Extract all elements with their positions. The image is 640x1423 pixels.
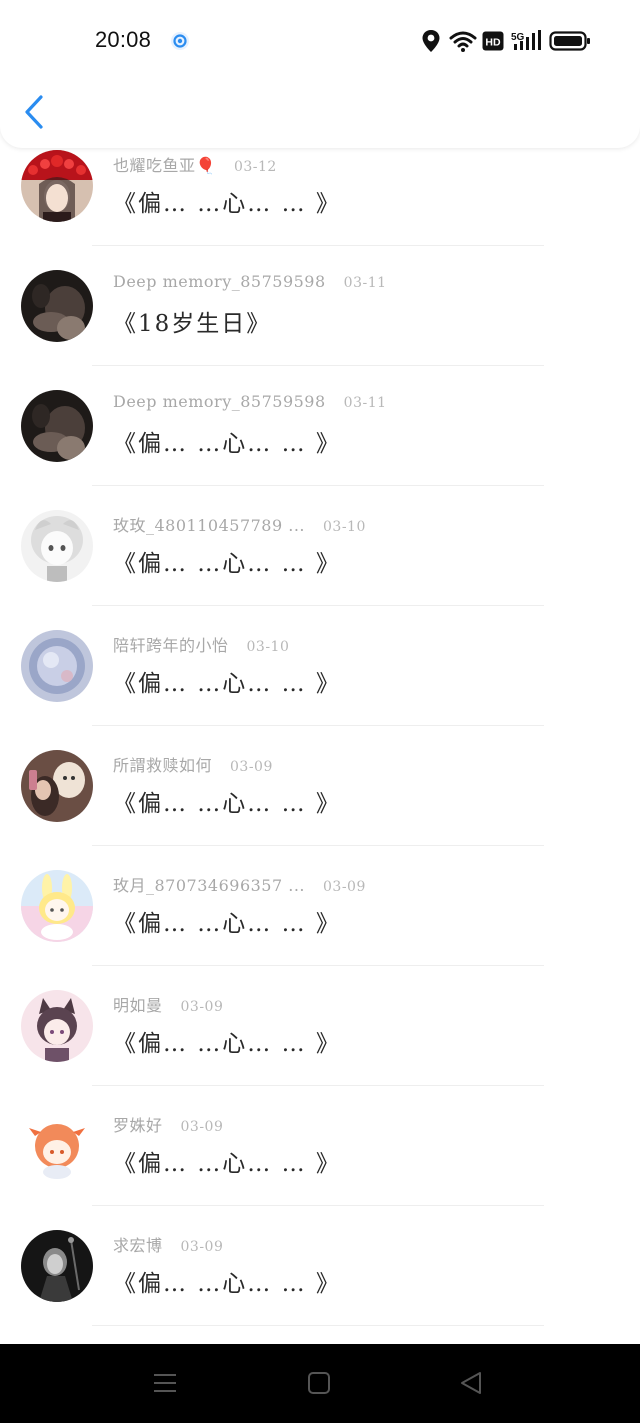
- location-icon: [421, 29, 441, 53]
- divider: [92, 845, 544, 846]
- divider: [92, 605, 544, 606]
- list-item[interactable]: 玫月_870734696357 ... 03-09 《偏… …心… … 》: [0, 860, 640, 980]
- divider: [92, 965, 544, 966]
- avatar[interactable]: [21, 390, 93, 462]
- avatar[interactable]: [21, 510, 93, 582]
- divider: [92, 365, 544, 366]
- comment-title: 《偏… …心… … 》: [113, 791, 341, 817]
- list-item[interactable]: 罗姝好 03-09 《偏… …心… … 》: [0, 1100, 640, 1220]
- comment-title: 《偏… …心… … 》: [113, 671, 341, 697]
- comment-date: 03-10: [323, 519, 366, 535]
- comment-username[interactable]: Deep memory_85759598: [113, 392, 326, 411]
- list-item[interactable]: 明如曼 03-09 《偏… …心… … 》: [0, 980, 640, 1100]
- comment-username[interactable]: 玫玫_480110457789 ...: [113, 516, 305, 535]
- comment-date: 03-09: [180, 1119, 224, 1135]
- list-item[interactable]: Deep memory_85759598 03-11 《偏… …心… … 》: [0, 380, 640, 500]
- comment-date: 03-09: [323, 879, 366, 895]
- back-button[interactable]: [20, 94, 50, 130]
- comment-username[interactable]: 也耀吃鱼亚🎈: [113, 156, 216, 175]
- comment-date: 03-11: [343, 395, 387, 411]
- comment-title: 《偏… …心… … 》: [113, 191, 341, 217]
- divider: [92, 1325, 544, 1326]
- list-item[interactable]: 求宏博 03-09 《偏… …心… … 》: [0, 1220, 640, 1340]
- comment-username[interactable]: 陪轩跨年的小怡: [113, 636, 229, 655]
- divider: [92, 1205, 544, 1206]
- status-time: 20:08: [95, 27, 152, 52]
- avatar[interactable]: [21, 870, 93, 942]
- wifi-icon: [449, 29, 477, 53]
- list-item[interactable]: Deep memory_85759598 03-11 《18岁生日》: [0, 260, 640, 380]
- list-item[interactable]: 陪轩跨年的小怡 03-10 《偏… …心… … 》: [0, 620, 640, 740]
- avatar[interactable]: [21, 750, 93, 822]
- comment-date: 03-09: [180, 1239, 224, 1255]
- avatar[interactable]: [21, 990, 93, 1062]
- list-item[interactable]: 所謂救赎如何 03-09 《偏… …心… … 》: [0, 740, 640, 860]
- at-circle-icon: [170, 31, 190, 55]
- comment-title: 《偏… …心… … 》: [113, 431, 341, 457]
- comment-username[interactable]: 玫月_870734696357 ...: [113, 876, 305, 895]
- comment-title: 《偏… …心… … 》: [113, 551, 341, 577]
- divider: [92, 1085, 544, 1086]
- comment-username[interactable]: 求宏博: [113, 1236, 163, 1255]
- avatar[interactable]: [21, 630, 93, 702]
- home-square-icon[interactable]: [307, 1371, 331, 1399]
- comment-date: 03-09: [230, 759, 273, 775]
- list-item[interactable]: 玫玫_480110457789 ... 03-10 《偏… …心… … 》: [0, 500, 640, 620]
- comment-date: 03-10: [246, 639, 290, 655]
- avatar[interactable]: [21, 1230, 93, 1302]
- comment-username[interactable]: 所謂救赎如何: [113, 756, 212, 775]
- avatar[interactable]: [21, 1110, 93, 1182]
- hd-label: HD: [485, 37, 501, 49]
- comment-username[interactable]: Deep memory_85759598: [113, 272, 326, 291]
- avatar[interactable]: [21, 150, 93, 222]
- hd-icon: HD: [482, 31, 504, 55]
- chevron-left-icon: [20, 95, 50, 134]
- signal-5g-icon: 5G: [511, 29, 543, 53]
- divider: [92, 485, 544, 486]
- divider: [92, 245, 544, 246]
- top-bar: 20:08 HD 5G: [0, 0, 640, 148]
- comment-title: 《偏… …心… … 》: [113, 1151, 341, 1177]
- comment-date: 03-09: [180, 999, 224, 1015]
- comment-title: 《偏… …心… … 》: [113, 911, 341, 937]
- back-triangle-icon[interactable]: [459, 1371, 483, 1399]
- menu-icon[interactable]: [153, 1371, 177, 1399]
- comment-date: 03-12: [233, 159, 277, 175]
- divider: [92, 725, 544, 726]
- comment-date: 03-11: [343, 275, 387, 291]
- list-item[interactable]: 也耀吃鱼亚🎈 03-12 《偏… …心… … 》: [0, 140, 640, 260]
- comment-username[interactable]: 明如曼: [113, 996, 163, 1015]
- comment-list: 也耀吃鱼亚🎈 03-12 《偏… …心… … 》 Deep memory_8575…: [0, 140, 640, 1340]
- comment-title: 《偏… …心… … 》: [113, 1271, 341, 1297]
- avatar[interactable]: [21, 270, 93, 342]
- system-nav-bar: [0, 1344, 640, 1423]
- battery-icon: [549, 31, 591, 55]
- comment-username[interactable]: 罗姝好: [113, 1116, 163, 1135]
- comment-title: 《偏… …心… … 》: [113, 1031, 341, 1057]
- comment-title: 《18岁生日》: [113, 311, 272, 337]
